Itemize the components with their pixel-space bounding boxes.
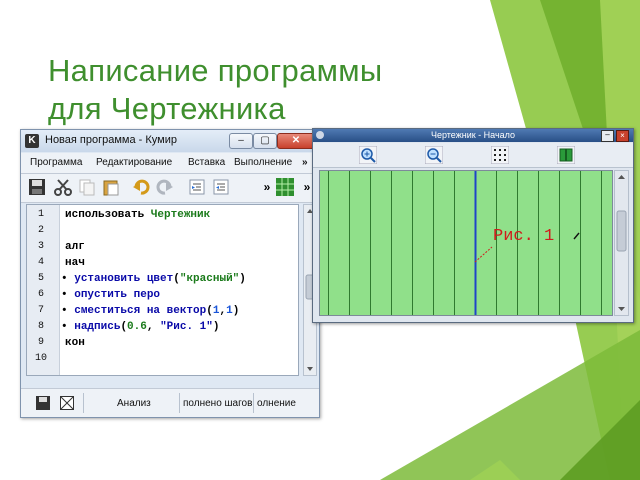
grid-icon[interactable] [275, 177, 295, 197]
line-number: 7 [37, 305, 44, 316]
drawer-window: Чертежник - Начало – × Рис. 1 [312, 128, 634, 323]
toolbar-more-1[interactable]: » [257, 177, 277, 197]
number-literal: 1 [226, 305, 233, 317]
step-marker: • [61, 289, 68, 301]
indent-icon[interactable] [187, 177, 207, 197]
slide-title-line2: для Чертежника [48, 91, 286, 126]
drawer-toolbar [313, 143, 633, 168]
line-number-gutter: 1 2 3 4 5 6 7 8 9 10 [27, 205, 60, 375]
code-line-4: нач [65, 257, 85, 269]
string-literal: "Рис. 1" [160, 321, 213, 333]
save-icon[interactable] [27, 177, 47, 197]
drawer-minimize-button[interactable]: – [601, 130, 614, 142]
line-number: 3 [37, 241, 44, 252]
kumir-menubar: Программа Редактирование Вставка Выполне… [21, 153, 319, 174]
kumir-toolbar: » » [21, 174, 319, 203]
executor-name: Чертежник [150, 209, 211, 221]
command-move-vector: сместиться на вектор [74, 305, 207, 317]
undo-icon[interactable] [131, 177, 151, 197]
status-separator [83, 393, 84, 413]
status-steps: полнено шагов [183, 398, 253, 409]
maximize-button[interactable]: ▢ [253, 133, 277, 149]
line-number: 4 [37, 257, 44, 268]
drawer-titlebar[interactable]: Чертежник - Начало – × [313, 129, 633, 142]
line-number: 6 [37, 289, 44, 300]
paren: ( [206, 305, 213, 317]
line-number: 5 [37, 273, 44, 284]
number-literal: 0.6 [127, 321, 147, 333]
code-editor[interactable]: 1 2 3 4 5 6 7 8 9 10 использовать Чертеж… [26, 204, 299, 376]
status-separator [253, 393, 254, 413]
code-line-1: использовать Чертежник [65, 209, 210, 221]
line-number: 8 [37, 321, 44, 332]
line-number: 9 [37, 337, 44, 348]
menu-program[interactable]: Программа [30, 157, 82, 168]
drawing-canvas-svg: Рис. 1 [320, 171, 612, 315]
zoom-in-icon[interactable] [358, 145, 378, 169]
menu-more[interactable]: » [302, 157, 308, 168]
code-line-7: • сместиться на вектор(1,1) [61, 305, 239, 317]
menu-edit[interactable]: Редактирование [96, 157, 172, 168]
code-line-3: алг [65, 241, 85, 253]
kumir-statusbar: Анализ полнено шагов олнение [21, 388, 319, 417]
string-literal: "красный" [179, 273, 240, 285]
close-button[interactable]: ✕ [277, 133, 315, 149]
menu-run[interactable]: Выполнение [234, 157, 292, 168]
line-number: 1 [37, 209, 44, 220]
status-analysis: Анализ [117, 398, 151, 409]
info-book-icon[interactable] [556, 145, 576, 169]
command-pen-down: опустить перо [74, 289, 161, 301]
kumir-app-icon: K [25, 134, 39, 148]
scroll-down-arrow-icon [307, 367, 313, 371]
menu-insert[interactable]: Вставка [188, 157, 225, 168]
drawer-window-title: Чертежник - Начало [430, 130, 516, 140]
fit-grid-icon[interactable] [490, 145, 510, 169]
paste-icon[interactable] [101, 177, 121, 197]
status-execution: олнение [257, 398, 296, 409]
slide-title-line1: Написание программы [48, 53, 383, 88]
kumir-titlebar[interactable]: K Новая программа - Кумир – ▢ ✕ [21, 130, 319, 152]
command-label: надпись [74, 321, 121, 333]
step-marker: • [61, 321, 68, 333]
step-marker: • [61, 305, 68, 317]
paren: ) [239, 273, 246, 285]
redo-icon[interactable] [155, 177, 175, 197]
drawing-canvas[interactable]: Рис. 1 [319, 170, 613, 316]
code-line-5: • установить цвет("красный") [61, 273, 246, 285]
keyword-use: использовать [65, 209, 145, 221]
comma: , [146, 321, 161, 333]
line-number: 10 [34, 353, 47, 364]
kumir-window-title: Новая программа - Кумир [45, 134, 177, 146]
canvas-label-text: Рис. 1 [493, 227, 554, 246]
status-separator [179, 393, 180, 413]
copy-icon[interactable] [77, 177, 97, 197]
minimize-button[interactable]: – [229, 133, 253, 149]
line-number: 2 [37, 225, 44, 236]
clear-icon[interactable] [57, 393, 77, 413]
drawer-close-button[interactable]: × [616, 130, 629, 142]
paren: ) [232, 305, 240, 317]
command-set-color: установить цвет [74, 273, 174, 285]
cut-icon[interactable] [53, 177, 73, 197]
canvas-background [320, 171, 612, 315]
kumir-window: K Новая программа - Кумир – ▢ ✕ Программ… [20, 129, 320, 418]
step-marker: • [61, 273, 68, 285]
unindent-icon[interactable] [211, 177, 231, 197]
save-status-icon[interactable] [33, 393, 53, 413]
code-line-8: • надпись(0.6, "Рис. 1") [61, 321, 219, 333]
paren: ) [212, 321, 220, 333]
code-line-9: кон [65, 337, 85, 349]
slide-title: Написание программы для Чертежника [48, 52, 468, 128]
zoom-out-icon[interactable] [424, 145, 444, 169]
canvas-vertical-scrollbar[interactable] [614, 170, 629, 316]
code-line-6: • опустить перо [61, 289, 160, 301]
paren: ( [173, 273, 180, 285]
